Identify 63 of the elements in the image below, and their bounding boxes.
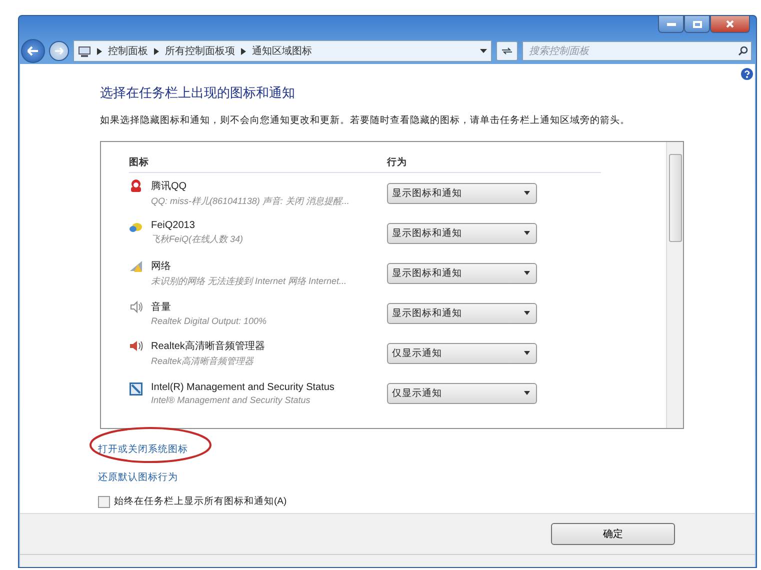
scrollbar[interactable] xyxy=(666,142,683,428)
caret-icon xyxy=(524,271,530,275)
settings-link[interactable]: 还原默认图标行为 xyxy=(98,472,178,483)
chevron-icon xyxy=(241,48,246,54)
ok-button[interactable]: 确定 xyxy=(551,523,675,545)
app-detail: Realtek高清晰音频管理器 xyxy=(151,354,255,368)
column-header: 图标 xyxy=(129,156,150,168)
column-header: 行为 xyxy=(387,156,408,168)
maximize-button[interactable] xyxy=(684,16,710,33)
help-icon[interactable] xyxy=(741,68,753,80)
minimize-icon xyxy=(666,22,676,26)
app-detail: QQ: miss-样儿(861041138) 声音: 关闭 消息提醒... xyxy=(151,194,350,208)
close-button[interactable] xyxy=(710,16,750,33)
dropdown-arrow-icon[interactable] xyxy=(480,49,487,53)
caret-icon xyxy=(524,191,530,195)
behavior-dropdown[interactable]: 显示图标和通知 xyxy=(387,222,537,244)
breadcrumb[interactable]: 控制面板 xyxy=(108,44,148,58)
speaker-icon xyxy=(129,338,143,352)
app-detail: Realtek Digital Output: 100% xyxy=(151,316,267,326)
caret-icon xyxy=(524,391,530,395)
volume-icon xyxy=(129,300,143,314)
behavior-dropdown[interactable]: 仅显示通知 xyxy=(387,382,537,404)
maximize-icon xyxy=(692,20,702,28)
caret-icon xyxy=(524,351,530,355)
checkbox-label: 始终在任务栏上显示所有图标和通知(A) xyxy=(114,495,287,508)
app-name: 网络 xyxy=(151,260,172,272)
app-name: Intel(R) Management and Security Status xyxy=(151,382,334,392)
behavior-dropdown[interactable]: 显示图标和通知 xyxy=(387,302,537,324)
caret-icon xyxy=(524,311,530,315)
caret-icon xyxy=(524,231,530,235)
forward-button[interactable] xyxy=(49,41,69,61)
status-icon xyxy=(129,382,143,396)
checkbox[interactable] xyxy=(98,496,110,508)
app-name: 音量 xyxy=(151,300,172,314)
back-button[interactable] xyxy=(21,39,45,63)
description-text: 如果选择隐藏图标和通知，则不会向您通知更改和更新。若要随时查看隐藏的图标，请单击任务栏上通知区域旁的箭头。 xyxy=(100,114,631,127)
minimize-button[interactable] xyxy=(658,16,684,33)
back-arrow-icon xyxy=(27,46,39,56)
breadcrumb[interactable]: 通知区域图标 xyxy=(252,44,312,58)
app-name: 腾讯QQ xyxy=(151,180,188,192)
forward-arrow-icon xyxy=(54,47,64,55)
page-heading: 选择在任务栏上出现的图标和通知 xyxy=(100,84,296,102)
refresh-button[interactable] xyxy=(496,41,518,61)
breadcrumb[interactable]: 所有控制面板项 xyxy=(165,44,235,58)
behavior-dropdown[interactable]: 仅显示通知 xyxy=(387,342,537,364)
computer-icon xyxy=(78,46,91,56)
bird-icon xyxy=(129,220,143,234)
refresh-icon xyxy=(501,46,513,56)
app-detail: 飞秋FeiQ(在线人数 34) xyxy=(151,233,244,246)
search-field[interactable]: 搜索控制面板 xyxy=(522,41,752,61)
search-icon xyxy=(738,46,748,56)
chevron-icon xyxy=(97,48,102,54)
address-bar[interactable]: 控制面板 所有控制面板项 通知区域图标 xyxy=(73,40,492,62)
chat-icon xyxy=(129,178,143,192)
app-detail: 未识别的网络 无法连接到 Internet 网络 Internet... xyxy=(151,274,347,288)
app-name: FeiQ2013 xyxy=(151,220,196,231)
behavior-dropdown[interactable]: 显示图标和通知 xyxy=(387,182,537,204)
network-warning-icon xyxy=(129,258,143,272)
app-name: Realtek高清晰音频管理器 xyxy=(151,340,265,352)
close-icon xyxy=(726,20,734,28)
chevron-icon xyxy=(154,48,159,54)
app-detail: Intel® Management and Security Status xyxy=(151,394,312,404)
behavior-dropdown[interactable]: 显示图标和通知 xyxy=(387,262,537,284)
